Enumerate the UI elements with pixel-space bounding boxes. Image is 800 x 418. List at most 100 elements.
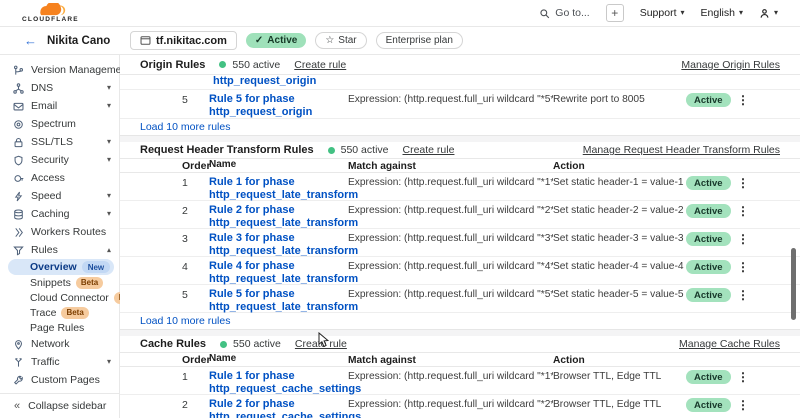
pin-icon bbox=[13, 339, 24, 350]
rule-name-link[interactable]: Rule 1 for phase http_request_late_trans… bbox=[209, 176, 348, 201]
manage-cache-rules-link[interactable]: Manage Cache Rules bbox=[679, 338, 780, 350]
beta-badge: Beta bbox=[61, 307, 88, 319]
kebab-menu-icon[interactable]: ⋮ bbox=[732, 204, 754, 218]
col-name: Name bbox=[209, 159, 348, 172]
sidebar-item-network[interactable]: Network bbox=[0, 335, 119, 353]
drag-handle[interactable] bbox=[166, 260, 182, 263]
active-badge: Active bbox=[686, 398, 731, 412]
status-badge-cell: Active bbox=[686, 232, 732, 246]
active-count: 550 active bbox=[233, 338, 281, 350]
sidebar-item-spectrum[interactable]: Spectrum bbox=[0, 115, 119, 133]
account-name[interactable]: Nikita Cano bbox=[47, 35, 110, 47]
funnel-icon bbox=[13, 245, 24, 256]
active-badge: Active bbox=[686, 176, 731, 190]
support-menu[interactable]: Support ▾ bbox=[640, 7, 685, 19]
kebab-menu-icon[interactable]: ⋮ bbox=[732, 288, 754, 302]
kebab-menu-icon[interactable]: ⋮ bbox=[732, 176, 754, 190]
sidebar-item-custom-pages[interactable]: Custom Pages bbox=[0, 371, 119, 389]
sidebar-item-version-management[interactable]: Version Management bbox=[0, 61, 119, 79]
dns-icon bbox=[13, 83, 24, 94]
kebab-menu-icon[interactable]: ⋮ bbox=[732, 398, 754, 412]
chevron-down-icon: ▾ bbox=[107, 192, 111, 200]
drag-handle[interactable] bbox=[166, 232, 182, 235]
user-icon bbox=[759, 8, 770, 19]
sidebar-item-page-rules[interactable]: Page Rules bbox=[0, 320, 119, 335]
branch-icon bbox=[13, 65, 24, 76]
search-icon bbox=[539, 8, 550, 19]
sidebar-item-caching[interactable]: Caching ▾ bbox=[0, 205, 119, 223]
go-to-search[interactable]: Go to... bbox=[539, 7, 589, 19]
sidebar-item-snippets[interactable]: Snippets Beta bbox=[0, 275, 119, 290]
active-count: 550 active bbox=[232, 59, 280, 71]
collapse-sidebar-button[interactable]: « Collapse sidebar bbox=[0, 393, 119, 418]
kebab-menu-icon[interactable]: ⋮ bbox=[732, 232, 754, 246]
database-icon bbox=[13, 209, 24, 220]
kebab-menu-icon[interactable]: ⋮ bbox=[732, 260, 754, 274]
chevron-up-icon: ▾ bbox=[107, 246, 111, 254]
sidebar-item-cloud-connector[interactable]: Cloud Connector Beta bbox=[0, 290, 119, 305]
table-row: 5 Rule 5 for phase http_request_late_tra… bbox=[120, 285, 800, 313]
drag-handle[interactable] bbox=[166, 176, 182, 179]
create-rule-link[interactable]: Create rule bbox=[295, 338, 347, 350]
rule-name-link[interactable]: http_request_origin bbox=[213, 75, 316, 89]
sidebar-item-ssl-tls[interactable]: SSL/TLS ▾ bbox=[0, 133, 119, 151]
rule-name-link[interactable]: Rule 1 for phase http_request_cache_sett… bbox=[209, 370, 348, 395]
active-badge: Active bbox=[686, 260, 731, 274]
manage-transform-rules-link[interactable]: Manage Request Header Transform Rules bbox=[583, 144, 780, 156]
drag-handle[interactable] bbox=[166, 93, 182, 96]
account-bar: ← Nikita Cano tf.nikitac.com ✓ Active ☆ … bbox=[0, 27, 800, 55]
sidebar-item-traffic[interactable]: Traffic ▾ bbox=[0, 353, 119, 371]
status-badge-cell: Active bbox=[686, 260, 732, 274]
col-order: Order bbox=[182, 353, 209, 366]
rule-match: Expression: (http.request.full_uri wildc… bbox=[348, 204, 553, 216]
manage-origin-rules-link[interactable]: Manage Origin Rules bbox=[681, 59, 780, 71]
add-button[interactable]: + bbox=[606, 4, 624, 22]
section-title: Origin Rules bbox=[140, 59, 205, 71]
sidebar-item-rules[interactable]: Rules ▾ bbox=[0, 241, 119, 259]
chevron-down-icon: ▾ bbox=[107, 102, 111, 110]
drag-handle[interactable] bbox=[166, 398, 182, 401]
create-rule-link[interactable]: Create rule bbox=[403, 144, 455, 156]
drag-handle[interactable] bbox=[166, 288, 182, 291]
load-more-link[interactable]: Load 10 more rules bbox=[120, 119, 800, 135]
rule-match: Expression: (http.request.full_uri wildc… bbox=[348, 260, 553, 272]
create-rule-link[interactable]: Create rule bbox=[294, 59, 346, 71]
rule-name-link[interactable]: Rule 5 for phase http_request_late_trans… bbox=[209, 288, 348, 313]
rule-name-link[interactable]: Rule 3 for phase http_request_late_trans… bbox=[209, 232, 348, 257]
sidebar-item-workers-routes[interactable]: Workers Routes bbox=[0, 223, 119, 241]
sidebar-item-overview[interactable]: Overview New bbox=[8, 259, 114, 275]
back-arrow-icon[interactable]: ← bbox=[24, 33, 37, 48]
drag-handle[interactable] bbox=[166, 204, 182, 207]
sidebar-item-speed[interactable]: Speed ▾ bbox=[0, 187, 119, 205]
rule-name-link[interactable]: Rule 5 for phase http_request_origin bbox=[209, 93, 348, 118]
rule-match: Expression: (http.request.full_uri wildc… bbox=[348, 370, 553, 382]
star-button[interactable]: ☆ Star bbox=[315, 32, 366, 49]
sidebar-item-trace[interactable]: Trace Beta bbox=[0, 305, 119, 320]
domain-selector[interactable]: tf.nikitac.com bbox=[130, 31, 237, 50]
scrollbar-thumb[interactable] bbox=[791, 248, 796, 320]
rule-name-link[interactable]: Rule 4 for phase http_request_late_trans… bbox=[209, 260, 348, 285]
chevron-down-icon: ▾ bbox=[774, 9, 778, 17]
kebab-menu-icon[interactable]: ⋮ bbox=[732, 370, 754, 384]
load-more-link[interactable]: Load 10 more rules bbox=[120, 313, 800, 329]
account-menu[interactable]: ▾ bbox=[759, 8, 778, 19]
access-icon bbox=[13, 173, 24, 184]
kebab-menu-icon[interactable]: ⋮ bbox=[732, 93, 754, 107]
table-column-headers: Order Name Match against Action bbox=[120, 353, 800, 367]
sidebar-item-email[interactable]: Email ▾ bbox=[0, 97, 119, 115]
plan-badge: Enterprise plan bbox=[376, 32, 463, 49]
cloudflare-logo[interactable]: CLOUDFLARE bbox=[22, 3, 79, 24]
rule-order: 2 bbox=[182, 398, 209, 411]
rule-name-link[interactable]: Rule 2 for phase http_request_cache_sett… bbox=[209, 398, 348, 418]
rule-order: 3 bbox=[182, 232, 209, 245]
rule-name-link[interactable]: Rule 2 for phase http_request_late_trans… bbox=[209, 204, 348, 229]
sidebar-item-dns[interactable]: DNS ▾ bbox=[0, 79, 119, 97]
sidebar-item-security[interactable]: Security ▾ bbox=[0, 151, 119, 169]
sidebar-item-access[interactable]: Access bbox=[0, 169, 119, 187]
language-menu[interactable]: English ▾ bbox=[701, 7, 743, 19]
rule-order: 5 bbox=[182, 288, 209, 301]
rule-order: 4 bbox=[182, 260, 209, 273]
rule-action: Set static header-1 = value-1 bbox=[553, 176, 686, 188]
drag-handle[interactable] bbox=[166, 370, 182, 373]
sidebar-nav: Version Management DNS ▾ Email ▾ Spectru… bbox=[0, 55, 119, 389]
